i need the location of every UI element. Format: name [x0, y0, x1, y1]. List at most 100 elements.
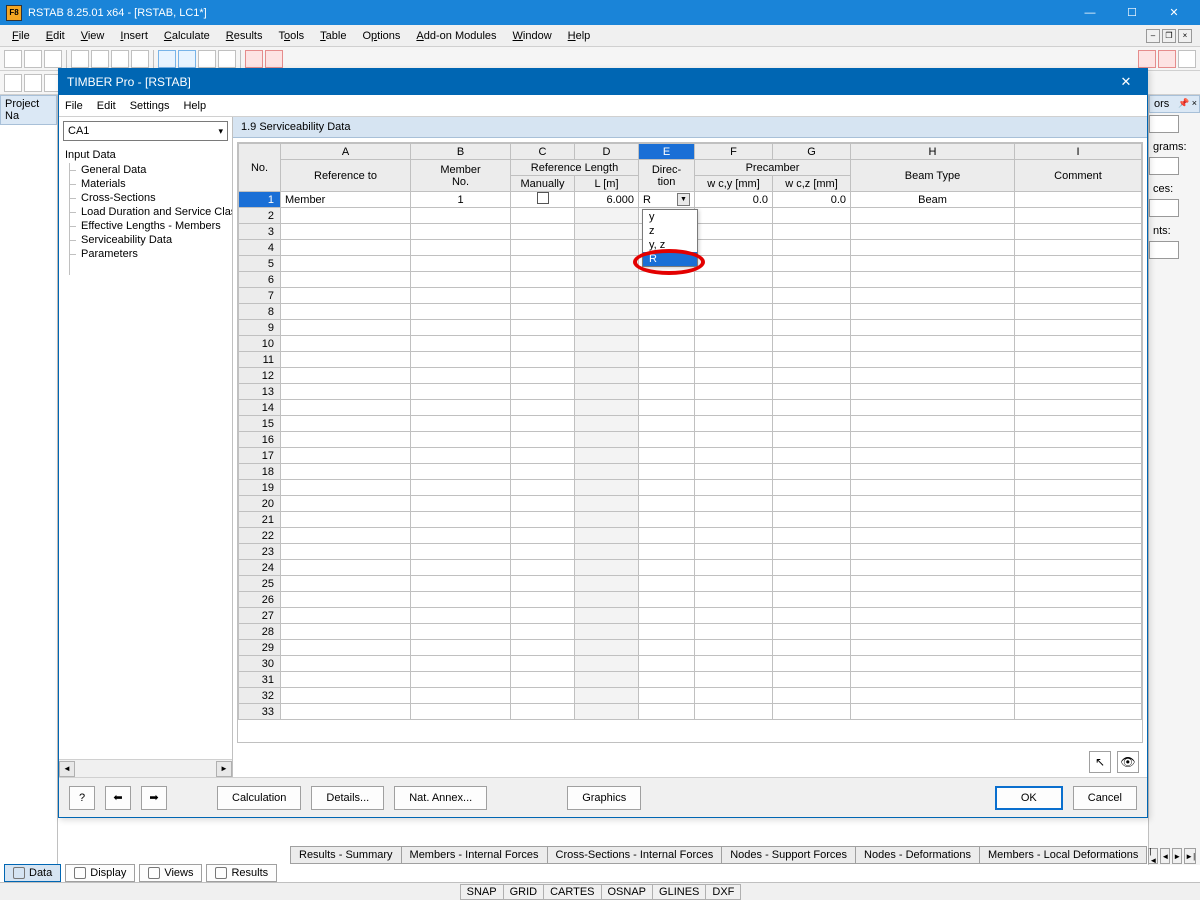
empty-cell[interactable]: [1015, 624, 1142, 640]
empty-cell[interactable]: [639, 624, 695, 640]
empty-cell[interactable]: [695, 624, 773, 640]
empty-cell[interactable]: [773, 272, 851, 288]
empty-cell[interactable]: [281, 464, 411, 480]
empty-cell[interactable]: [411, 496, 511, 512]
chevron-down-icon[interactable]: ▼: [677, 193, 690, 206]
table-row[interactable]: 16: [239, 432, 1142, 448]
empty-cell[interactable]: [773, 368, 851, 384]
empty-cell[interactable]: [575, 608, 639, 624]
empty-cell[interactable]: [511, 336, 575, 352]
empty-cell[interactable]: [773, 240, 851, 256]
tab-members-local-deformations[interactable]: Members - Local Deformations: [979, 846, 1147, 864]
empty-cell[interactable]: [695, 560, 773, 576]
empty-cell[interactable]: [411, 624, 511, 640]
empty-cell[interactable]: [1015, 480, 1142, 496]
empty-cell[interactable]: [1015, 288, 1142, 304]
empty-cell[interactable]: [773, 320, 851, 336]
empty-cell[interactable]: [511, 704, 575, 720]
empty-cell[interactable]: [695, 320, 773, 336]
empty-cell[interactable]: [851, 608, 1015, 624]
empty-cell[interactable]: [851, 272, 1015, 288]
empty-cell[interactable]: [281, 256, 411, 272]
empty-cell[interactable]: [281, 304, 411, 320]
empty-cell[interactable]: [773, 560, 851, 576]
table-row[interactable]: 11: [239, 352, 1142, 368]
tabs-prev-icon[interactable]: ◄: [1160, 848, 1170, 864]
graphics-button[interactable]: Graphics: [567, 786, 641, 810]
empty-cell[interactable]: [773, 496, 851, 512]
empty-cell[interactable]: [1015, 688, 1142, 704]
table-row[interactable]: 27: [239, 608, 1142, 624]
table-row[interactable]: 29: [239, 640, 1142, 656]
help-button[interactable]: ?: [69, 786, 95, 810]
row-number[interactable]: 3: [239, 224, 281, 240]
empty-cell[interactable]: [773, 384, 851, 400]
empty-cell[interactable]: [695, 608, 773, 624]
table-row[interactable]: 21: [239, 512, 1142, 528]
empty-cell[interactable]: [575, 464, 639, 480]
empty-cell[interactable]: [281, 528, 411, 544]
empty-cell[interactable]: [773, 512, 851, 528]
empty-cell[interactable]: [281, 672, 411, 688]
row-number[interactable]: 31: [239, 672, 281, 688]
toolbar-icon[interactable]: [44, 50, 62, 68]
view-tab-display[interactable]: Display: [65, 864, 135, 882]
empty-cell[interactable]: [773, 640, 851, 656]
empty-cell[interactable]: [1015, 384, 1142, 400]
empty-cell[interactable]: [695, 432, 773, 448]
empty-cell[interactable]: [773, 400, 851, 416]
empty-cell[interactable]: [851, 544, 1015, 560]
pick-icon[interactable]: ↖: [1089, 751, 1111, 773]
empty-cell[interactable]: [411, 320, 511, 336]
empty-cell[interactable]: [695, 368, 773, 384]
col-letter-C[interactable]: C: [511, 144, 575, 160]
empty-cell[interactable]: [851, 480, 1015, 496]
empty-cell[interactable]: [773, 256, 851, 272]
col-header-L[interactable]: L [m]: [575, 176, 639, 192]
row-number[interactable]: 26: [239, 592, 281, 608]
col-header-comment[interactable]: Comment: [1015, 160, 1142, 192]
empty-cell[interactable]: [851, 704, 1015, 720]
row-number[interactable]: 13: [239, 384, 281, 400]
empty-cell[interactable]: [511, 592, 575, 608]
empty-cell[interactable]: [511, 464, 575, 480]
empty-cell[interactable]: [851, 400, 1015, 416]
empty-cell[interactable]: [773, 688, 851, 704]
empty-cell[interactable]: [695, 576, 773, 592]
empty-cell[interactable]: [1015, 544, 1142, 560]
empty-cell[interactable]: [575, 304, 639, 320]
empty-cell[interactable]: [1015, 368, 1142, 384]
empty-cell[interactable]: [773, 352, 851, 368]
empty-cell[interactable]: [639, 352, 695, 368]
row-number[interactable]: 20: [239, 496, 281, 512]
row-number[interactable]: 6: [239, 272, 281, 288]
col-header-wcy[interactable]: w c,y [mm]: [695, 176, 773, 192]
empty-cell[interactable]: [851, 560, 1015, 576]
empty-cell[interactable]: [773, 448, 851, 464]
empty-cell[interactable]: [1015, 464, 1142, 480]
tab-results-summary[interactable]: Results - Summary: [290, 846, 402, 864]
status-grid[interactable]: GRID: [503, 884, 545, 900]
empty-cell[interactable]: [281, 352, 411, 368]
tree-hscrollbar[interactable]: ◄ ►: [59, 759, 232, 777]
menu-edit[interactable]: Edit: [38, 28, 73, 44]
empty-cell[interactable]: [639, 304, 695, 320]
empty-cell[interactable]: [575, 624, 639, 640]
toolbar-icon[interactable]: [218, 50, 236, 68]
table-row[interactable]: 23: [239, 544, 1142, 560]
empty-cell[interactable]: [575, 656, 639, 672]
toolbar-icon[interactable]: [24, 50, 42, 68]
empty-cell[interactable]: [511, 384, 575, 400]
empty-cell[interactable]: [1015, 592, 1142, 608]
empty-cell[interactable]: [851, 512, 1015, 528]
empty-cell[interactable]: [1015, 320, 1142, 336]
empty-cell[interactable]: [281, 560, 411, 576]
empty-cell[interactable]: [411, 384, 511, 400]
toolbar-icon[interactable]: [71, 50, 89, 68]
empty-cell[interactable]: [575, 400, 639, 416]
tabs-first-icon[interactable]: |◄: [1148, 848, 1158, 864]
empty-cell[interactable]: [411, 464, 511, 480]
empty-cell[interactable]: [851, 336, 1015, 352]
menu-insert[interactable]: Insert: [112, 28, 156, 44]
cancel-button[interactable]: Cancel: [1073, 786, 1137, 810]
